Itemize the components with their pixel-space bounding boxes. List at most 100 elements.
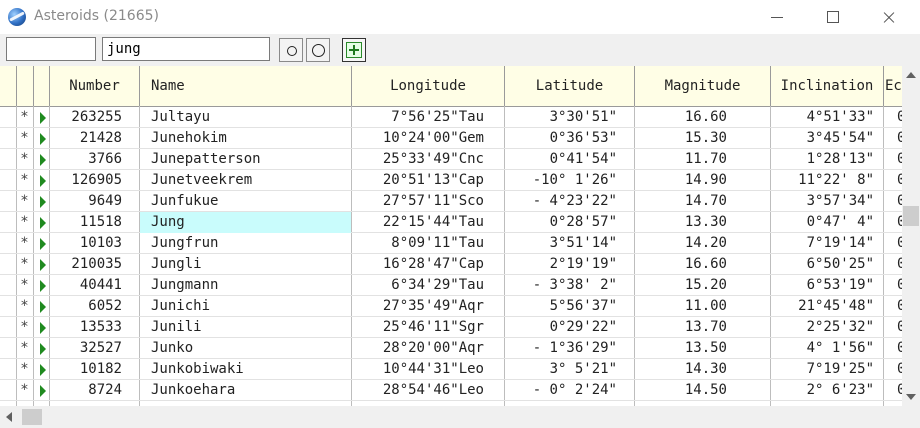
scroll-down-arrow-icon[interactable] bbox=[906, 394, 916, 400]
row-marker: * bbox=[20, 151, 29, 167]
title-bar: Asteroids (21665) bbox=[0, 0, 920, 34]
header-magnitude[interactable]: Magnitude bbox=[635, 66, 771, 106]
cell-latitude: 2°19'19" bbox=[549, 256, 617, 272]
table-row[interactable]: * 40441 Jungmann 6°34'29"Tau - 3°38' 2" 15.20… bbox=[0, 275, 902, 296]
row-expand-button[interactable] bbox=[34, 338, 49, 359]
row-expand-button[interactable] bbox=[34, 254, 49, 275]
horizontal-scroll-thumb[interactable] bbox=[22, 409, 42, 425]
search-next-button[interactable] bbox=[306, 38, 330, 62]
cell-name: Jung bbox=[140, 212, 351, 233]
table-row[interactable]: * 263255 Jultayu 7°56'25"Tau 3°30'51" 16.60 4°… bbox=[0, 107, 902, 128]
cell-latitude: -10° 1'26" bbox=[532, 172, 617, 188]
row-marker: * bbox=[20, 298, 29, 314]
row-marker: * bbox=[20, 277, 29, 293]
add-button[interactable] bbox=[342, 38, 366, 62]
header-longitude[interactable]: Longitude bbox=[352, 66, 505, 106]
cell-ecc: 0 bbox=[897, 382, 902, 398]
row-expand-button[interactable] bbox=[34, 380, 49, 401]
table-row[interactable]: * 10103 Jungfrun 8°09'11"Tau 3°51'14" 14.20 7°… bbox=[0, 233, 902, 254]
table-row[interactable]: * 6052 Junichi 27°35'49"Aqr 5°56'37" 11.00 21°… bbox=[0, 296, 902, 317]
scroll-up-arrow-icon[interactable] bbox=[906, 72, 916, 78]
cell-number: 21428 bbox=[79, 130, 122, 146]
header-arrow-column bbox=[34, 66, 50, 106]
row-marker: * bbox=[20, 214, 29, 230]
search-prev-button[interactable] bbox=[279, 38, 303, 62]
scroll-left-arrow-icon[interactable] bbox=[6, 412, 12, 422]
cell-name: Junetveekrem bbox=[151, 172, 253, 188]
cell-magnitude: 14.50 bbox=[684, 382, 727, 398]
row-expand-button[interactable] bbox=[34, 212, 49, 233]
table-row[interactable]: * 10182 Junkobiwaki 10°44'31"Leo 3° 5'21" 14.… bbox=[0, 359, 902, 380]
table-row[interactable]: * 9649 Junfukue 27°57'11"Sco - 4°23'22" 14.70… bbox=[0, 191, 902, 212]
cell-magnitude: 13.50 bbox=[684, 340, 727, 356]
cell-inclination: 3°57'34" bbox=[806, 193, 874, 209]
cell-longitude: 27°57'11"Sco bbox=[382, 193, 484, 209]
cell-longitude: 10°24'00"Gem bbox=[382, 130, 484, 146]
cell-longitude: 28°20'00"Aqr bbox=[382, 340, 484, 356]
play-arrow-icon bbox=[40, 217, 46, 229]
cell-number: 6052 bbox=[88, 298, 122, 314]
row-expand-button[interactable] bbox=[34, 275, 49, 296]
cell-longitude: 6°34'29"Tau bbox=[391, 277, 484, 293]
cell-ecc: 0 bbox=[897, 172, 902, 188]
row-marker: * bbox=[20, 172, 29, 188]
vertical-scrollbar[interactable] bbox=[902, 66, 920, 406]
cell-longitude: 7°56'25"Tau bbox=[391, 109, 484, 125]
header-number[interactable]: Number bbox=[50, 66, 140, 106]
row-expand-button[interactable] bbox=[34, 191, 49, 212]
play-arrow-icon bbox=[40, 364, 46, 376]
row-marker: * bbox=[20, 340, 29, 356]
cell-magnitude: 13.30 bbox=[684, 214, 727, 230]
maximize-button[interactable] bbox=[810, 0, 856, 34]
table-row[interactable]: * 3766 Junepatterson 25°33'49"Cnc 0°41'54" 11… bbox=[0, 149, 902, 170]
cell-longitude: 25°46'11"Sgr bbox=[382, 319, 484, 335]
table-row[interactable]: * 13533 Junili 25°46'11"Sgr 0°29'22" 13.70 2°2… bbox=[0, 317, 902, 338]
row-expand-button[interactable] bbox=[34, 233, 49, 254]
cell-latitude: 3° 5'21" bbox=[549, 361, 617, 377]
play-arrow-icon bbox=[40, 175, 46, 187]
row-expand-button[interactable] bbox=[34, 128, 49, 149]
row-expand-button[interactable] bbox=[34, 170, 49, 191]
table-row[interactable]: * 21428 Junehokim 10°24'00"Gem 0°36'53" 15.30… bbox=[0, 128, 902, 149]
cell-magnitude: 11.70 bbox=[684, 151, 727, 167]
cell-ecc: 0 bbox=[897, 235, 902, 251]
vertical-scroll-thumb[interactable] bbox=[903, 206, 919, 226]
row-marker: * bbox=[20, 319, 29, 335]
cell-number: 11518 bbox=[79, 214, 122, 230]
row-expand-button[interactable] bbox=[34, 317, 49, 338]
row-marker: * bbox=[20, 109, 29, 125]
minimize-button[interactable] bbox=[754, 0, 800, 34]
play-arrow-icon bbox=[40, 133, 46, 145]
filter-input[interactable] bbox=[6, 37, 96, 61]
cell-number: 10182 bbox=[79, 361, 122, 377]
cell-ecc: 0 bbox=[897, 298, 902, 314]
cell-number: 32527 bbox=[79, 340, 122, 356]
horizontal-scrollbar[interactable] bbox=[0, 406, 920, 428]
table-row[interactable]: * 8724 Junkoehara 28°54'46"Leo - 0° 2'24" 14.… bbox=[0, 380, 902, 401]
cell-magnitude: 15.30 bbox=[684, 130, 727, 146]
cell-latitude: 0°29'22" bbox=[549, 319, 617, 335]
row-expand-button[interactable] bbox=[34, 296, 49, 317]
row-expand-button[interactable] bbox=[34, 107, 49, 128]
play-arrow-icon bbox=[40, 385, 46, 397]
cell-latitude: - 0° 2'24" bbox=[532, 382, 617, 398]
header-ecc[interactable]: Ec bbox=[884, 66, 902, 106]
close-button[interactable] bbox=[866, 0, 912, 34]
table-row[interactable]: * 32527 Junko 28°20'00"Aqr - 1°36'29" 13.50 4°… bbox=[0, 338, 902, 359]
cell-longitude: 25°33'49"Cnc bbox=[382, 151, 484, 167]
header-name[interactable]: Name bbox=[140, 66, 352, 106]
row-marker: * bbox=[20, 382, 29, 398]
row-expand-button[interactable] bbox=[34, 149, 49, 170]
header-latitude[interactable]: Latitude bbox=[505, 66, 635, 106]
cell-name: Junko bbox=[151, 340, 194, 356]
cell-longitude: 8°09'11"Tau bbox=[391, 235, 484, 251]
header-inclination[interactable]: Inclination bbox=[771, 66, 884, 106]
asteroid-table: Number Name Longitude Latitude Magnitude… bbox=[0, 66, 902, 406]
search-input[interactable] bbox=[102, 37, 270, 61]
cell-magnitude: 14.30 bbox=[684, 361, 727, 377]
cell-inclination: 7°19'14" bbox=[806, 235, 874, 251]
table-row[interactable]: * 126905 Junetveekrem 20°51'13"Cap -10° 1'26… bbox=[0, 170, 902, 191]
table-row[interactable]: * 210035 Jungli 16°28'47"Cap 2°19'19" 16.60 6°… bbox=[0, 254, 902, 275]
row-expand-button[interactable] bbox=[34, 359, 49, 380]
table-row[interactable]: * 11518 Jung 22°15'44"Tau 0°28'57" 13.30 0°47'… bbox=[0, 212, 902, 233]
